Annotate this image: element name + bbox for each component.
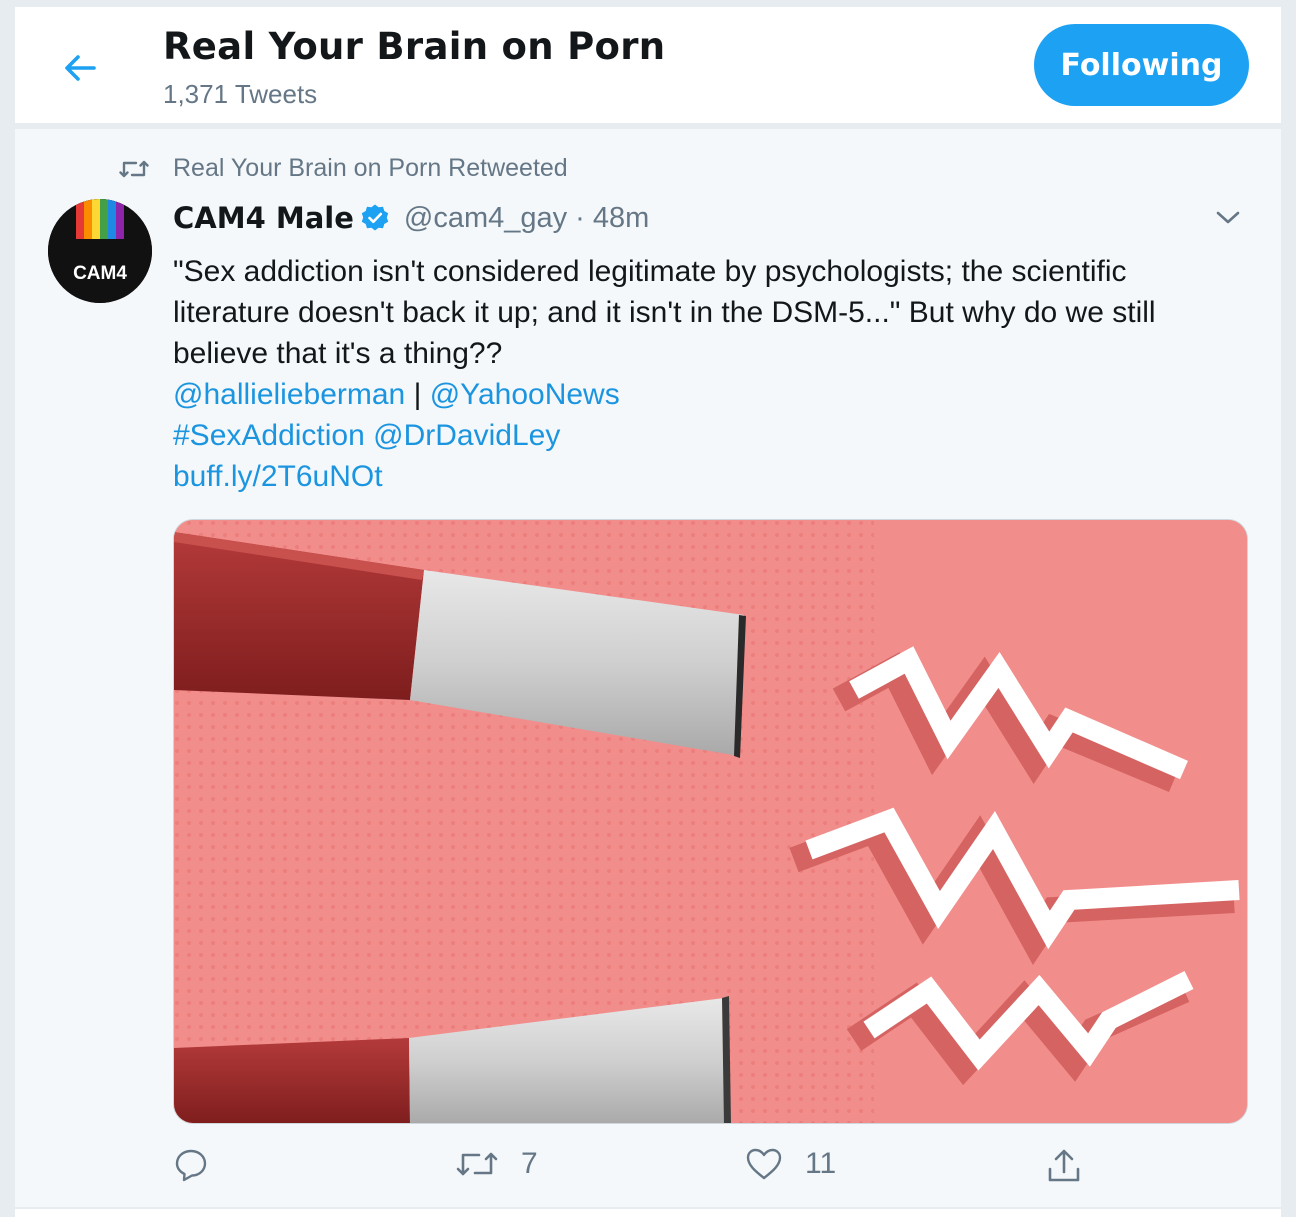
heart-icon: [746, 1148, 782, 1180]
pipe-separator: |: [405, 378, 430, 411]
tweet-count: 1,371 Tweets: [163, 79, 318, 109]
tweet-bottom-border: [15, 1207, 1281, 1209]
mention-link-hallielieberman[interactable]: @hallielieberman: [173, 378, 405, 411]
following-button[interactable]: Following: [1034, 24, 1249, 106]
cam4-logo: CAM4: [48, 199, 152, 303]
author-handle[interactable]: @cam4_gay: [404, 202, 567, 235]
hashtag-link[interactable]: #SexAddiction: [173, 419, 365, 452]
retweet-icon: [119, 160, 149, 177]
back-button[interactable]: [55, 43, 105, 93]
url-link[interactable]: buff.ly/2T6uNOt: [173, 460, 383, 493]
tweet-text-line: believe that it's a thing??: [173, 337, 503, 370]
tweet-text-line: "Sex addiction isn't considered legitima…: [173, 255, 1127, 288]
back-arrow-icon: [65, 55, 96, 81]
like-count: 11: [805, 1147, 837, 1180]
magnet-illustration: [174, 520, 1247, 1123]
share-button[interactable]: [1045, 1147, 1083, 1185]
page-title: Real Your Brain on Porn: [163, 25, 666, 68]
retweet-context-label[interactable]: Real Your Brain on Porn Retweeted: [173, 154, 568, 183]
tweet-time[interactable]: 48m: [593, 202, 649, 235]
tweet-url-line: buff.ly/2T6uNOt: [173, 456, 1243, 497]
tweet-tags-line: #SexAddiction @DrDavidLey: [173, 415, 1243, 456]
like-button[interactable]: 11: [745, 1147, 836, 1181]
avatar[interactable]: CAM4: [48, 199, 152, 303]
chevron-down-icon: [1216, 211, 1240, 224]
tweet-menu-button[interactable]: [1215, 209, 1241, 232]
svg-text:CAM4: CAM4: [73, 263, 127, 284]
mention-link-yahoonews[interactable]: @YahooNews: [430, 378, 620, 411]
profile-header: Real Your Brain on Porn 1,371 Tweets Fol…: [15, 7, 1281, 123]
reply-icon: [175, 1149, 207, 1182]
retweet-count: 7: [521, 1147, 538, 1180]
tweet-mentions-line: @hallielieberman | @YahooNews: [173, 374, 1243, 415]
reply-button[interactable]: [173, 1147, 209, 1183]
retweet-context: Real Your Brain on Porn Retweeted: [119, 154, 568, 183]
tweet-media-image[interactable]: [173, 519, 1248, 1124]
tweet[interactable]: Real Your Brain on Porn Retweeted CAM4 C…: [15, 129, 1281, 1207]
timeline-frame: Real Your Brain on Porn 1,371 Tweets Fol…: [14, 6, 1282, 1217]
tweet-author-row: CAM4 Male @cam4_gay · 48m: [173, 201, 649, 235]
tweet-text-line: literature doesn't back it up; and it is…: [173, 296, 1156, 329]
share-icon: [1048, 1149, 1080, 1182]
tweet-actions: 7 11: [173, 1147, 1253, 1197]
retweet-icon: [456, 1152, 498, 1176]
mention-link-drdavidley[interactable]: @DrDavidLey: [373, 419, 560, 452]
author-name[interactable]: CAM4 Male: [173, 201, 354, 235]
separator-dot: ·: [575, 201, 585, 234]
tweet-text: "Sex addiction isn't considered legitima…: [173, 251, 1243, 497]
retweet-button[interactable]: 7: [455, 1147, 538, 1181]
verified-badge-icon: [360, 203, 390, 233]
